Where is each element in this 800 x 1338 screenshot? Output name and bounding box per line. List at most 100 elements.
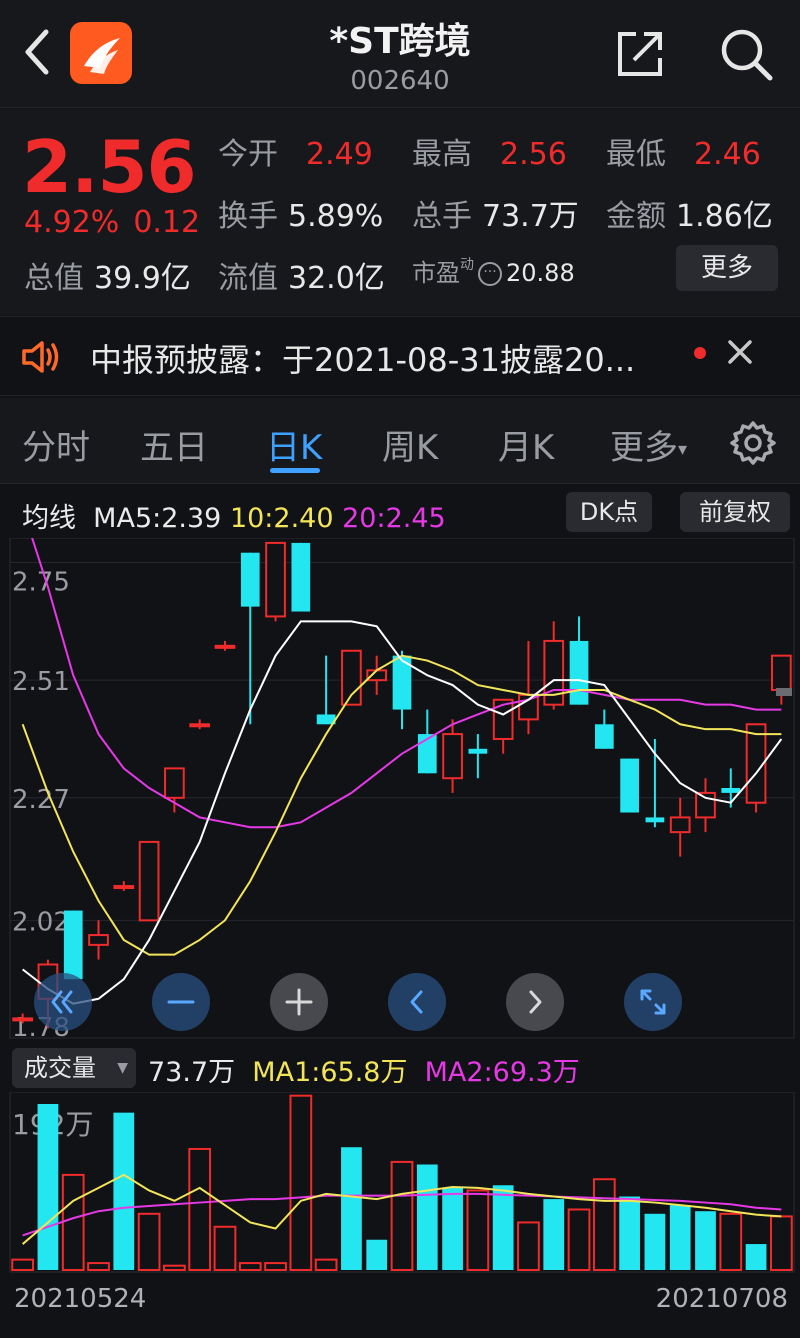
turnover-value: 5.89% — [288, 199, 384, 234]
active-tab-indicator — [270, 468, 320, 473]
zoom-in-button[interactable] — [270, 973, 328, 1031]
float-cap-field: 流值 32.0亿 — [218, 253, 385, 297]
start-date: 20210524 — [14, 1284, 147, 1314]
notice-bar[interactable]: 中报预披露：于2021-08-31披露20... — [0, 316, 800, 396]
share-button[interactable] — [612, 26, 668, 82]
dk-point-button[interactable]: DK点 — [566, 492, 652, 532]
volume-bar-up — [61, 1173, 85, 1271]
y-tick-label: 2.02 — [12, 907, 70, 937]
latest-price-marker — [776, 688, 792, 696]
app-logo[interactable] — [70, 22, 132, 84]
volume-value: 73.7万 — [482, 199, 579, 234]
volume-bar-up — [264, 1262, 287, 1271]
tab-more[interactable]: 更多▾ — [610, 420, 687, 469]
candle-body-down — [63, 910, 83, 980]
volume-legend-bar: 成交量 ▼ 73.7万 MA1:65.8万 MA2:69.3万 — [0, 1044, 800, 1092]
more-quote-button[interactable]: 更多 — [676, 245, 778, 291]
back-button[interactable] — [18, 26, 58, 78]
caret-down-icon: ▼ — [117, 1060, 128, 1076]
caret-down-icon: ▾ — [678, 439, 688, 460]
current-price: 2.56 — [22, 125, 197, 209]
high-value: 2.56 — [500, 137, 567, 172]
candle-body-up — [265, 541, 286, 618]
float-cap-label: 流值 — [218, 261, 278, 296]
pe-value: 20.88 — [506, 259, 575, 287]
turnover-label: 换手 — [218, 199, 278, 234]
candle-body-down — [645, 817, 665, 823]
candle-body-down — [569, 640, 589, 705]
pe-type-label: 动 — [460, 257, 474, 273]
candle-body-up — [12, 1017, 34, 1022]
chart-frame — [9, 538, 795, 1039]
more-info-icon: ··· — [478, 262, 502, 286]
candlestick-chart[interactable]: 2.752.512.272.021.78 — [0, 538, 800, 1040]
open-label: 今开 — [218, 137, 278, 172]
volume-bar-up — [213, 1225, 237, 1271]
stock-code: 002640 — [350, 66, 450, 96]
volume-ma2-line — [22, 1192, 782, 1237]
volume-bar-down — [442, 1187, 463, 1270]
gear-icon — [730, 421, 776, 465]
zoom-out-button[interactable] — [152, 973, 210, 1031]
forward-adjust-button[interactable]: 前复权 — [680, 492, 790, 532]
volume-bars — [11, 1094, 793, 1272]
volume-bar-down — [341, 1147, 362, 1270]
candle-body-up — [695, 791, 716, 819]
change-percent: 4.92% — [24, 205, 120, 240]
market-cap-field: 总值 39.9亿 — [24, 253, 191, 297]
market-cap-value: 39.9亿 — [94, 261, 191, 296]
tab-more-label: 更多 — [610, 428, 678, 468]
speaker-icon — [20, 337, 64, 377]
period-tabs: 分时 五日 日K 周K 月K 更多▾ — [0, 398, 800, 484]
close-icon — [728, 340, 752, 364]
volume-bar-down — [669, 1205, 691, 1270]
market-cap-label: 总值 — [24, 261, 84, 296]
change-amount: 0.12 — [133, 205, 201, 240]
volume-ma2: MA2:69.3万 — [424, 1057, 580, 1088]
pe-label: 市盈 — [412, 259, 460, 287]
rewind-button[interactable] — [34, 973, 92, 1031]
open-field: 今开 2.49 — [218, 129, 373, 173]
y-tick-label: 2.51 — [12, 667, 70, 697]
candle-body-up — [189, 723, 211, 728]
ma-lines — [21, 538, 783, 1005]
volume-bar-down — [366, 1239, 388, 1270]
scroll-right-button[interactable] — [506, 973, 564, 1031]
candle-body-up — [442, 733, 463, 780]
volume-bar-up — [719, 1212, 743, 1272]
tab-intraday[interactable]: 分时 — [22, 420, 90, 469]
indicator-select[interactable]: 成交量 ▼ — [12, 1048, 136, 1088]
volume-bar-up — [137, 1212, 161, 1272]
tab-monthly-k[interactable]: 月K — [498, 420, 554, 469]
turnover-field: 换手 5.89% — [218, 191, 383, 235]
volume-bar-up — [769, 1215, 793, 1272]
pe-field[interactable]: 市盈动 ··· 20.88 — [412, 253, 575, 288]
volume-ma1: MA1:65.8万 — [252, 1057, 408, 1088]
fullscreen-button[interactable] — [624, 973, 682, 1031]
stock-name: *ST跨境 — [329, 21, 471, 62]
close-notice-button[interactable] — [722, 334, 758, 370]
y-tick-label: 2.27 — [12, 785, 70, 815]
volume-chart[interactable]: 192万 — [0, 1092, 800, 1278]
tab-five-day[interactable]: 五日 — [140, 420, 208, 469]
volume-label: 总手 — [412, 199, 472, 234]
y-tick-label: 2.75 — [12, 568, 70, 598]
tab-weekly-k[interactable]: 周K — [382, 420, 438, 469]
volume-bar-up — [466, 1189, 490, 1271]
volume-bar-up — [163, 1264, 186, 1271]
volume-bar-down — [619, 1196, 640, 1270]
scroll-left-button[interactable] — [388, 973, 446, 1031]
ma20-value: 20:2.45 — [342, 503, 446, 534]
volume-bar-up — [238, 1262, 262, 1271]
open-value: 2.49 — [306, 137, 373, 172]
volume-bar-up — [314, 1258, 338, 1271]
low-field: 最低 2.46 — [606, 129, 761, 173]
candle-body-down — [721, 788, 741, 793]
tab-daily-k[interactable]: 日K — [266, 420, 322, 469]
volume-legend: 73.7万 MA1:65.8万 MA2:69.3万 — [148, 1050, 580, 1089]
search-button[interactable] — [716, 24, 776, 84]
share-icon — [618, 32, 662, 76]
low-label: 最低 — [606, 137, 666, 172]
volume-bar-up — [390, 1160, 414, 1271]
settings-button[interactable] — [730, 420, 776, 466]
